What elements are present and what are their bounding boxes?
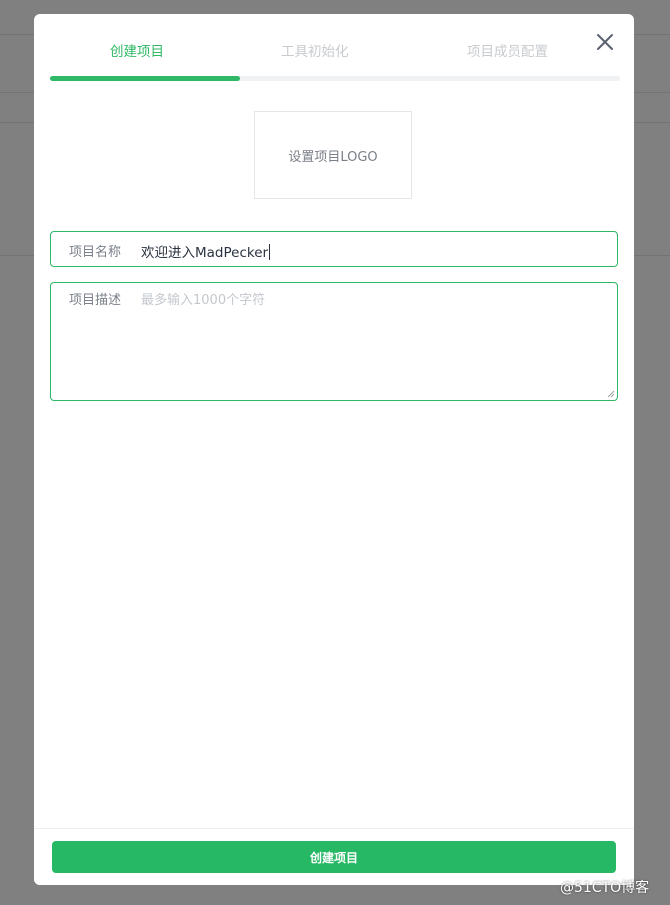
watermark: @51CTO博客 <box>560 880 650 896</box>
logo-upload-button[interactable]: 设置项目LOGO <box>254 111 412 199</box>
resize-grip-icon[interactable] <box>607 390 615 398</box>
text-caret <box>269 244 271 260</box>
close-button[interactable] <box>594 31 616 53</box>
project-name-value: 欢迎进入MadPecker <box>141 245 269 261</box>
close-icon <box>597 34 613 50</box>
project-name-field[interactable]: 项目名称 欢迎进入MadPecker <box>50 231 618 267</box>
project-name-input[interactable]: 欢迎进入MadPecker <box>141 241 271 261</box>
project-name-label: 项目名称 <box>69 245 122 260</box>
create-project-button[interactable]: 创建项目 <box>52 841 616 873</box>
step-indicator: 创建项目 工具初始化 项目成员配置 <box>50 14 620 94</box>
dialog-footer: 创建项目 <box>34 828 634 885</box>
step-progress-fill <box>50 76 240 81</box>
step-member-config: 项目成员配置 <box>467 44 548 60</box>
project-description-field[interactable]: 项目描述 最多输入1000个字符 <box>50 282 618 401</box>
step-create-project: 创建项目 <box>110 44 164 60</box>
project-description-label: 项目描述 <box>69 293 122 308</box>
step-tool-init: 工具初始化 <box>281 44 349 60</box>
project-description-input[interactable]: 最多输入1000个字符 <box>141 289 265 308</box>
logo-upload-label: 设置项目LOGO <box>288 149 378 165</box>
step-progress-track <box>50 76 620 81</box>
create-project-dialog: 创建项目 工具初始化 项目成员配置 设置项目LOGO 项目名称 欢迎进入MadP… <box>34 14 634 885</box>
create-project-button-label: 创建项目 <box>309 850 358 865</box>
